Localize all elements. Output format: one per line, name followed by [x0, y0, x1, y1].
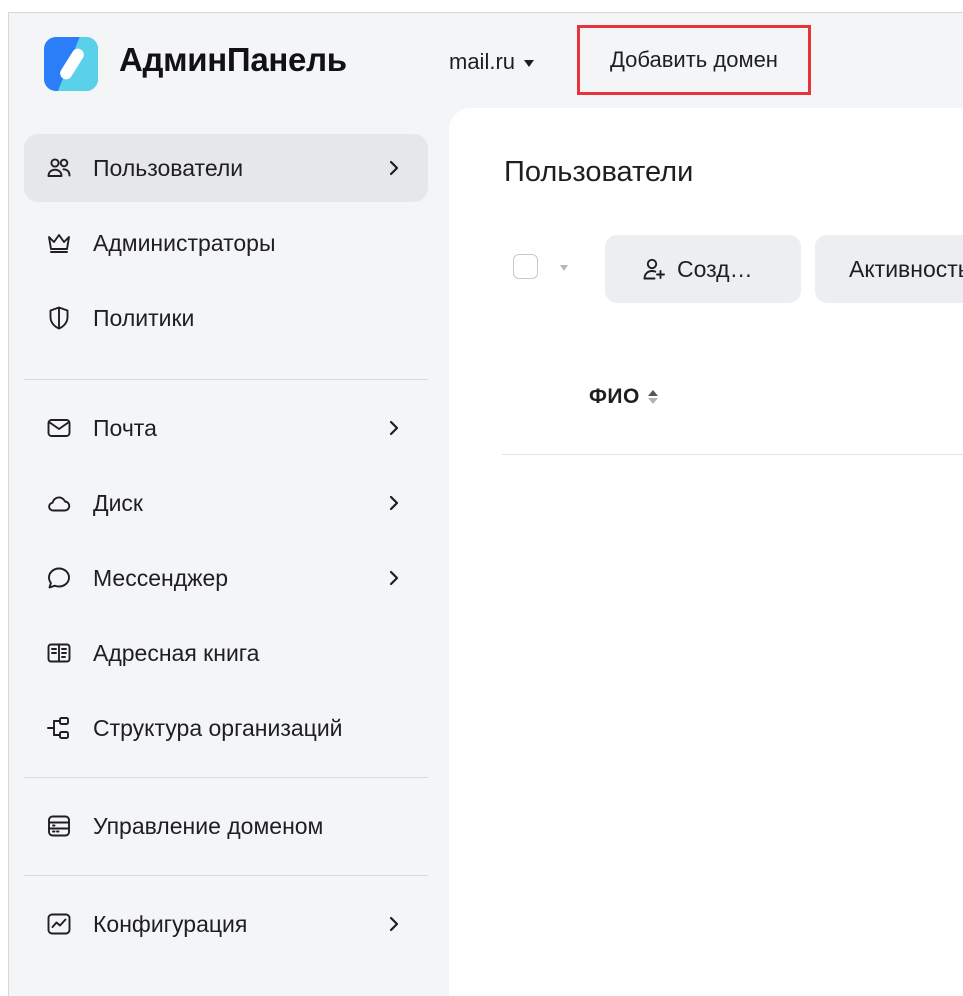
sidebar-item-mail[interactable]: Почта — [24, 394, 428, 462]
sidebar-divider — [24, 379, 428, 380]
caret-down-icon — [524, 59, 535, 67]
add-domain-button[interactable]: Добавить домен — [577, 25, 811, 95]
sidebar-item-address-book[interactable]: Адресная книга — [24, 619, 428, 687]
crown-icon — [46, 230, 72, 256]
app-window: АдминПанель mail.ru Добавить домен Польз… — [8, 12, 963, 996]
page-title: Пользователи — [504, 156, 694, 188]
sidebar-item-policies[interactable]: Политики — [24, 284, 428, 352]
users-icon — [46, 155, 72, 181]
sidebar-item-org-structure[interactable]: Структура организаций — [24, 694, 428, 762]
server-icon — [46, 813, 72, 839]
sidebar-item-domain-management[interactable]: Управление доменом — [24, 792, 428, 860]
activity-filter-button[interactable]: Активность — [815, 235, 963, 303]
org-structure-icon — [46, 715, 72, 741]
column-header-label: ФИО — [589, 385, 640, 408]
sidebar-item-label: Политики — [93, 304, 195, 331]
app-title: АдминПанель — [119, 41, 347, 78]
domain-dropdown-label: mail.ru — [449, 49, 516, 74]
sort-icon — [647, 390, 658, 404]
main-panel: Пользователи Созд… Активность ФИО — [449, 108, 963, 996]
book-icon — [46, 640, 72, 666]
sidebar-item-label: Диск — [93, 489, 143, 516]
chevron-right-icon — [384, 493, 404, 513]
sidebar-item-administrators[interactable]: Администраторы — [24, 209, 428, 277]
sidebar-item-label: Мессенджер — [93, 564, 229, 591]
select-all-checkbox[interactable] — [513, 254, 538, 279]
chevron-right-icon — [384, 914, 404, 934]
add-domain-label: Добавить домен — [610, 47, 778, 72]
cloud-icon — [46, 490, 72, 516]
select-menu-caret-icon[interactable] — [560, 265, 568, 271]
sidebar-item-configuration[interactable]: Конфигурация — [24, 890, 428, 958]
sidebar-item-disk[interactable]: Диск — [24, 469, 428, 537]
column-header-fio[interactable]: ФИО — [589, 385, 658, 409]
sidebar-item-label: Пользователи — [93, 154, 244, 181]
shield-icon — [46, 305, 72, 331]
chart-icon — [46, 911, 72, 937]
logo-icon — [44, 37, 98, 91]
sidebar-item-label: Конфигурация — [93, 910, 248, 937]
activity-filter-label: Активность — [849, 255, 963, 282]
create-user-label: Созд… — [677, 255, 753, 282]
sidebar-item-messenger[interactable]: Мессенджер — [24, 544, 428, 612]
mail-icon — [46, 415, 72, 441]
sidebar-item-label: Почта — [93, 414, 157, 441]
chevron-right-icon — [384, 418, 404, 438]
sidebar-divider — [24, 777, 428, 778]
table-header-divider — [502, 454, 963, 455]
sidebar-item-label: Администраторы — [93, 229, 276, 256]
chat-bubble-icon — [46, 565, 72, 591]
add-user-icon — [641, 256, 667, 282]
sidebar-item-label: Управление доменом — [93, 812, 324, 839]
sidebar-item-label: Структура организаций — [93, 714, 343, 741]
chevron-right-icon — [384, 568, 404, 588]
chevron-right-icon — [384, 158, 404, 178]
sidebar-item-label: Адресная книга — [93, 639, 260, 666]
sidebar-item-users[interactable]: Пользователи — [24, 134, 428, 202]
create-user-button[interactable]: Созд… — [605, 235, 801, 303]
domain-dropdown[interactable]: mail.ru — [449, 49, 535, 75]
sidebar-divider — [24, 875, 428, 876]
